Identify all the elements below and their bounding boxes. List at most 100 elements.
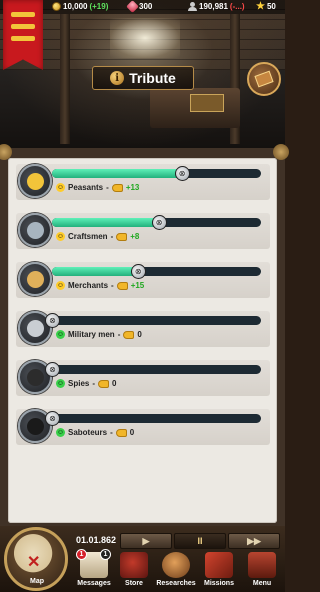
messages-badge-secondary: 1 (100, 549, 111, 560)
menu-icon (248, 552, 276, 578)
class-portrait[interactable] (18, 262, 52, 296)
separator: - (111, 281, 114, 290)
slider-handle[interactable]: ⊗ (45, 362, 60, 377)
tribute-hand-icon (111, 183, 123, 192)
tribute-value: +8 (130, 232, 140, 241)
tribute-hand-icon (123, 330, 135, 339)
tribute-hand-icon (116, 232, 128, 241)
tribute-slider-fill (52, 267, 138, 276)
game-date: 01.01.862 (75, 535, 117, 545)
treasure-chest-graphic (190, 94, 224, 112)
tribute-slider[interactable]: ⊗ (45, 411, 261, 426)
tribute-slider[interactable]: ⊗ (52, 166, 261, 181)
population-counter[interactable]: 190,981 (-...) (188, 2, 245, 11)
law-book-button[interactable] (247, 62, 281, 96)
tribute-slider[interactable]: ⊗ (45, 313, 261, 328)
research-icon (162, 552, 190, 578)
merchant-icon (27, 271, 44, 288)
gold-value: 10,000 (63, 2, 88, 11)
class-portrait[interactable] (18, 213, 52, 247)
mood-face-icon: ☺ (56, 330, 65, 339)
tribute-slider[interactable]: ⊗ (52, 264, 261, 279)
population-icon (188, 2, 197, 11)
nav-messages[interactable]: 1 1 Messages (74, 549, 114, 590)
mood-face-icon: ☺ (56, 281, 65, 290)
missions-icon (205, 552, 233, 578)
stars-value: 50 (266, 2, 276, 11)
separator: - (92, 379, 96, 388)
class-row[interactable]: ⊗ ☺ Peasants - +13 (16, 164, 270, 200)
class-name: Craftsmen (68, 232, 108, 241)
mood-face-icon: ☺ (56, 232, 65, 241)
class-portrait[interactable] (18, 164, 52, 198)
stars-counter[interactable]: ★ 50 (256, 2, 276, 12)
gold-delta: (+19) (89, 2, 109, 11)
tribute-value: 0 (137, 330, 142, 339)
gems-value: 300 (139, 2, 153, 11)
slider-handle[interactable]: ⊗ (130, 264, 146, 279)
gems-counter[interactable]: 300 (126, 0, 153, 13)
wheat-icon (27, 173, 44, 190)
nav-researches[interactable]: Researches (156, 552, 196, 590)
pause-button[interactable]: II (174, 533, 226, 549)
class-row[interactable]: ⊗ ☺ Spies - 0 (16, 360, 270, 396)
gem-icon (126, 0, 139, 13)
class-name: Spies (68, 379, 90, 388)
nav-store[interactable]: Store (114, 552, 154, 590)
tribute-value: 0 (129, 428, 135, 437)
craft-tools-icon (27, 222, 44, 239)
map-x-icon: ✕ (27, 554, 41, 571)
chest-icon (120, 552, 148, 578)
gold-coin-icon (52, 2, 61, 11)
slider-handle[interactable]: ⊗ (45, 411, 60, 426)
class-row[interactable]: ⊗ ☺ Craftsmen - +8 (16, 213, 270, 249)
class-name: Peasants (68, 183, 104, 192)
play-button[interactable]: ▶ (120, 533, 172, 549)
class-row[interactable]: ⊗ ☺ Merchants - +15 (16, 262, 270, 298)
separator: - (117, 330, 121, 339)
class-info: ☺ Military men - 0 (56, 330, 142, 339)
slider-handle[interactable]: ⊗ (151, 215, 167, 230)
class-row[interactable]: ⊗ ☺ Saboteurs - 0 (16, 409, 270, 445)
lion-emblem-icon (11, 36, 35, 41)
class-row[interactable]: ⊗ ☺ Military men - 0 (16, 311, 270, 347)
tribute-value: 0 (112, 379, 117, 388)
lion-emblem-icon (11, 24, 35, 29)
class-info: ☺ Craftsmen - +8 (56, 232, 139, 241)
slider-handle[interactable]: ⊗ (45, 313, 60, 328)
page-title-text: Tribute (129, 70, 176, 86)
slider-handle[interactable]: ⊗ (174, 166, 190, 181)
class-info: ☺ Peasants - +13 (56, 183, 139, 192)
wood-beam (60, 14, 70, 144)
page-title[interactable]: i Tribute (92, 66, 194, 90)
class-info: ☺ Merchants - +15 (56, 281, 144, 290)
class-info: ☺ Spies - 0 (56, 379, 116, 388)
info-icon: i (110, 71, 125, 85)
class-info: ☺ Saboteurs - 0 (56, 428, 134, 437)
tribute-slider[interactable]: ⊗ (45, 362, 261, 377)
hooded-spy-icon (27, 369, 44, 386)
mood-face-icon: ☺ (56, 428, 65, 437)
tribute-slider[interactable]: ⊗ (52, 215, 261, 230)
nav-missions[interactable]: Missions (199, 552, 239, 590)
tribute-value: +13 (125, 183, 140, 192)
book-icon (254, 70, 274, 88)
fast-forward-button[interactable]: ▶▶ (228, 533, 280, 549)
game-speed-controls: ▶ II ▶▶ (120, 533, 280, 549)
gold-counter[interactable]: 10,000 (+19) (52, 2, 108, 11)
nav-label: Messages (77, 580, 111, 587)
bomb-icon (27, 418, 44, 435)
helmet-icon (27, 320, 44, 337)
window-light (110, 18, 180, 58)
nav-menu[interactable]: Menu (242, 552, 282, 590)
class-name: Merchants (68, 281, 109, 290)
tribute-slider-fill (52, 169, 182, 178)
kingdom-banner[interactable] (3, 0, 43, 70)
tribute-hand-icon (98, 379, 110, 388)
tribute-hand-icon (116, 281, 128, 290)
lion-emblem-icon (11, 12, 35, 17)
population-delta: (-...) (229, 2, 245, 11)
separator: - (106, 183, 109, 192)
messages-badge: 1 (76, 549, 87, 560)
class-name: Saboteurs (68, 428, 108, 437)
